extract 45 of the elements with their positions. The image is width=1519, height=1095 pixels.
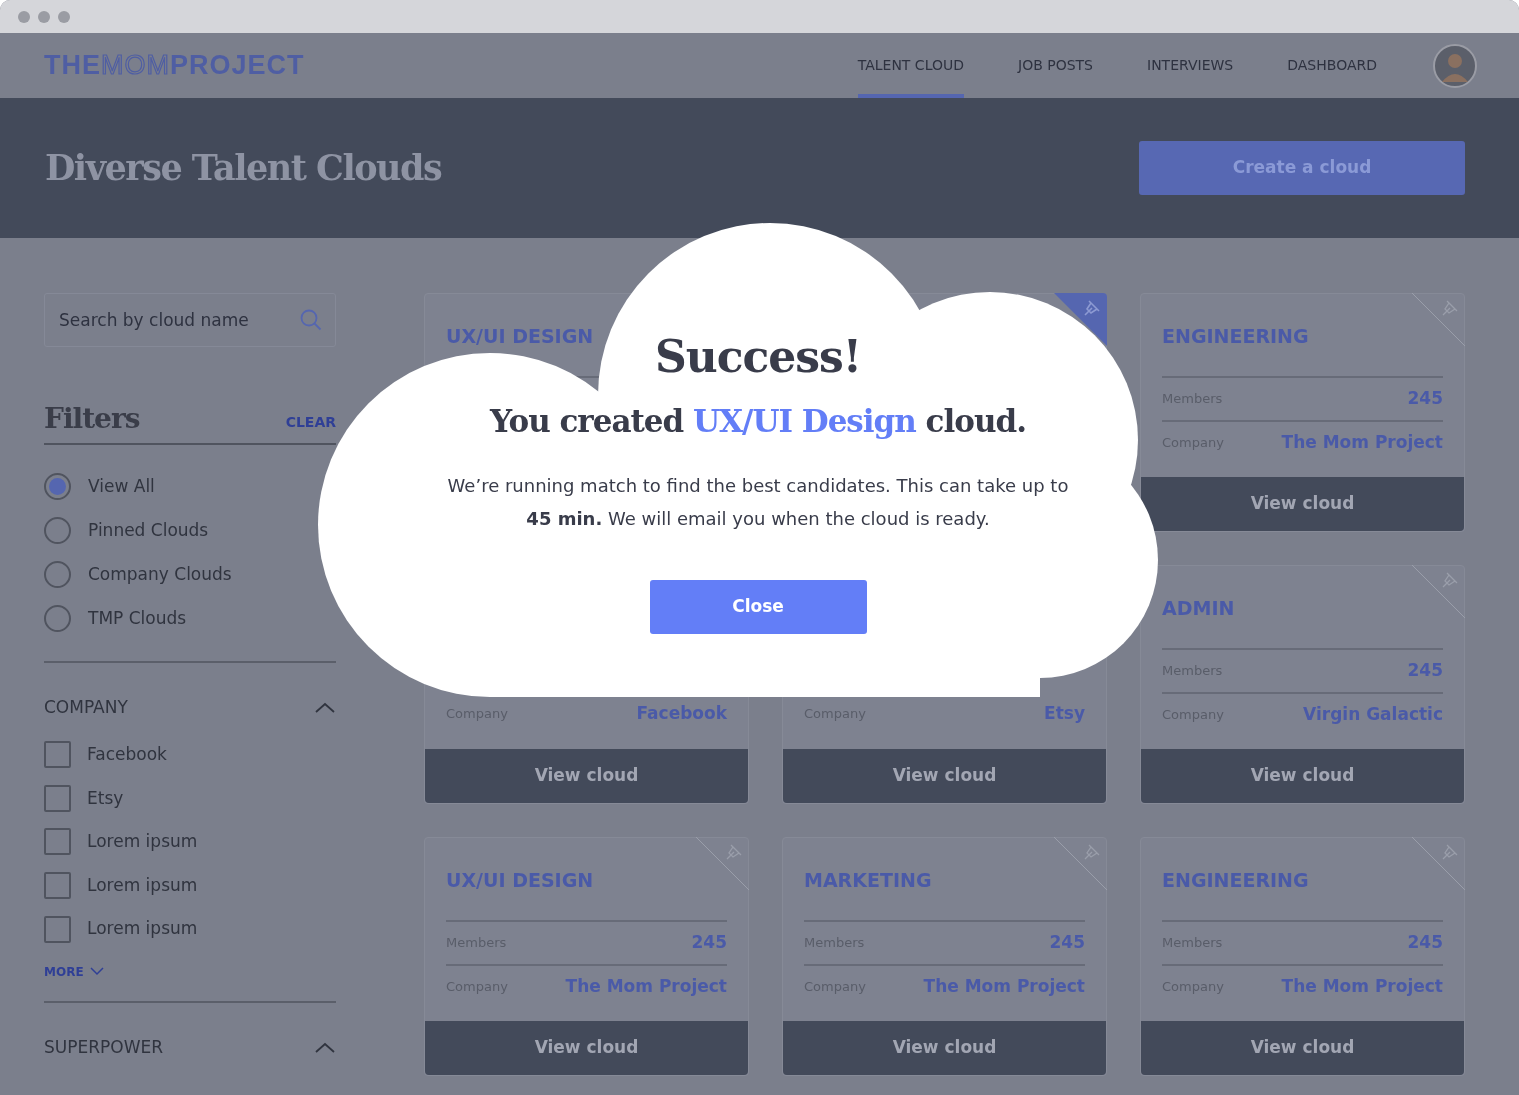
radio-label[interactable]: Company Clouds (88, 561, 232, 588)
checkbox[interactable] (44, 915, 71, 943)
view-cloud-button[interactable]: View cloud (1141, 477, 1464, 531)
search-icon[interactable] (300, 309, 322, 331)
view-cloud-button[interactable]: View cloud (783, 749, 1106, 803)
checkbox[interactable] (44, 784, 71, 812)
radio-label[interactable]: Pinned Clouds (88, 517, 209, 544)
nav-link[interactable]: JOB POSTS (1018, 33, 1093, 98)
view-cloud-button[interactable]: View cloud (425, 1021, 748, 1075)
chevron-icon[interactable] (314, 701, 336, 715)
page-title: Diverse Talent Clouds (45, 145, 442, 190)
radio-button[interactable] (44, 605, 71, 632)
radio-label[interactable]: View All (88, 473, 155, 500)
checkbox-label[interactable]: Facebook (87, 742, 167, 768)
checkbox[interactable] (44, 828, 71, 856)
success-subtitle: You created UX/UI Design cloud. (490, 402, 1026, 441)
radio-button[interactable] (44, 561, 71, 588)
success-message: We’re running match to find the best candidates. This can take up to 45 min. We will email you when the cloud is ready. (446, 473, 1070, 531)
more-link[interactable]: MORE (44, 962, 84, 981)
clear-link[interactable]: CLEAR (285, 412, 336, 433)
filters-heading: Filters (44, 405, 140, 433)
checkbox[interactable] (44, 741, 71, 769)
nav-link[interactable]: DASHBOARD (1287, 33, 1377, 98)
checkbox-label[interactable]: Lorem ipsum (87, 872, 198, 899)
checkbox[interactable] (44, 872, 71, 900)
avatar-icon[interactable] (1433, 43, 1477, 88)
radio-button[interactable] (44, 473, 71, 500)
checkbox-label[interactable]: Lorem ipsum (87, 916, 198, 942)
section-heading: COMPANY (44, 696, 128, 720)
checkbox-label[interactable]: Lorem ipsum (87, 829, 198, 855)
view-cloud-button[interactable]: View cloud (1141, 1021, 1464, 1075)
chevron-icon[interactable] (89, 967, 104, 977)
view-cloud-button[interactable]: View cloud (1141, 749, 1464, 803)
pin-icon[interactable] (1054, 293, 1107, 346)
section-heading: SUPERPOWER (44, 1036, 164, 1060)
chevron-icon[interactable] (314, 1040, 336, 1055)
view-cloud-button[interactable]: View cloud (425, 749, 748, 803)
search-field[interactable]: Search by cloud name (44, 293, 336, 347)
close-button[interactable]: Close (649, 579, 867, 634)
success-title: Success! (654, 330, 862, 384)
radio-button[interactable] (44, 517, 71, 544)
view-cloud-button[interactable]: View cloud (783, 1021, 1106, 1075)
radio-label[interactable]: TMP Clouds (88, 605, 187, 632)
nav-link[interactable]: INTERVIEWS (1147, 33, 1234, 98)
checkbox-label[interactable]: Etsy (87, 785, 124, 812)
